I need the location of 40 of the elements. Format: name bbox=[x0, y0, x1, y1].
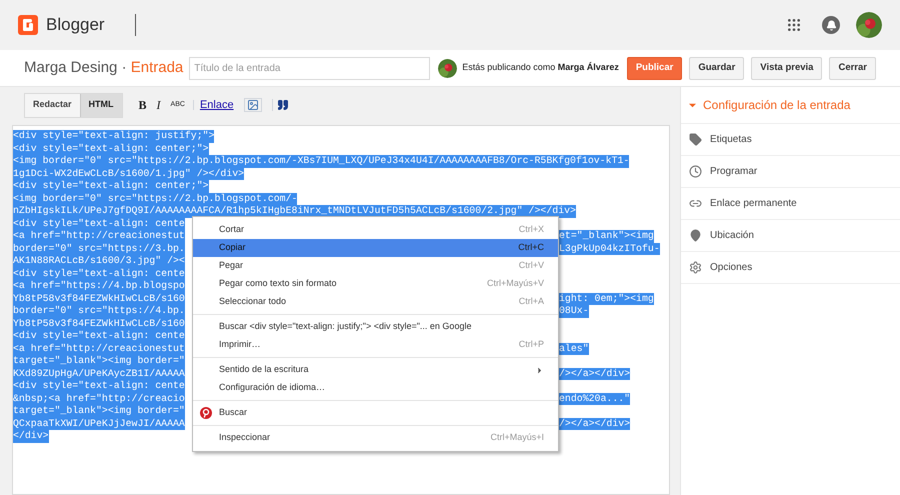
italic-button[interactable]: I bbox=[152, 96, 165, 114]
action-button[interactable]: Cerrar bbox=[829, 56, 876, 80]
mode-tab[interactable]: Redactar bbox=[25, 94, 80, 116]
sidebar-item[interactable]: Opciones bbox=[681, 252, 900, 284]
tag-icon bbox=[689, 133, 702, 146]
link-button[interactable]: Enlace bbox=[196, 96, 238, 114]
avatar-icon[interactable] bbox=[438, 58, 458, 78]
menu-item[interactable]: Pegar Ctrl+V bbox=[193, 257, 558, 275]
sidebar-item[interactable]: Etiquetas bbox=[681, 124, 900, 156]
sidebar-item[interactable]: Enlace permanente bbox=[681, 188, 900, 220]
mode-tab[interactable]: HTML bbox=[80, 94, 122, 116]
menu-item[interactable]: Cortar Ctrl+X bbox=[193, 221, 558, 239]
menu-item[interactable]: Inspeccionar Ctrl+Mayús+I bbox=[193, 429, 558, 447]
brand-name: Blogger bbox=[46, 14, 105, 36]
clock-icon bbox=[689, 165, 702, 178]
menu-item[interactable]: Buscar bbox=[193, 404, 558, 422]
logo-icon[interactable] bbox=[18, 15, 38, 35]
avatar-icon[interactable] bbox=[856, 12, 882, 38]
action-button[interactable]: Guardar bbox=[689, 56, 744, 80]
settings-icon bbox=[689, 261, 702, 274]
location-pin-icon bbox=[689, 229, 702, 242]
apps-grid-icon[interactable] bbox=[786, 17, 802, 33]
quote-icon[interactable] bbox=[272, 99, 289, 111]
publishing-as-text: Estás publicando como Marga Álvarez bbox=[462, 61, 619, 74]
bold-button[interactable]: B bbox=[134, 96, 151, 114]
notification-bell-icon[interactable] bbox=[822, 16, 840, 34]
pin-logo-icon bbox=[200, 407, 212, 419]
menu-item[interactable]: Sentido de la escritura bbox=[193, 361, 558, 379]
menu-item[interactable]: Buscar <div style="text-align: justify;"> <div style="... en Google bbox=[193, 318, 558, 336]
action-button[interactable]: Vista previa bbox=[751, 56, 822, 80]
post-heading: Marga Desing · Entrada bbox=[24, 58, 184, 78]
menu-item[interactable]: Pegar como texto sin formato Ctrl+Mayús+V bbox=[193, 275, 558, 293]
menu-item[interactable]: Copiar Ctrl+C bbox=[193, 239, 558, 257]
menu-item[interactable]: Seleccionar todo Ctrl+A bbox=[193, 293, 558, 311]
sidebar-item[interactable]: Ubicación bbox=[681, 220, 900, 252]
sidebar-item[interactable]: Programar bbox=[681, 156, 900, 188]
post-title-field[interactable]: Título de la entrada bbox=[189, 56, 430, 80]
image-icon[interactable] bbox=[244, 98, 262, 112]
menu-item[interactable]: Imprimir… Ctrl+P bbox=[193, 336, 558, 354]
menu-item[interactable]: Configuración de idioma… bbox=[193, 379, 558, 397]
